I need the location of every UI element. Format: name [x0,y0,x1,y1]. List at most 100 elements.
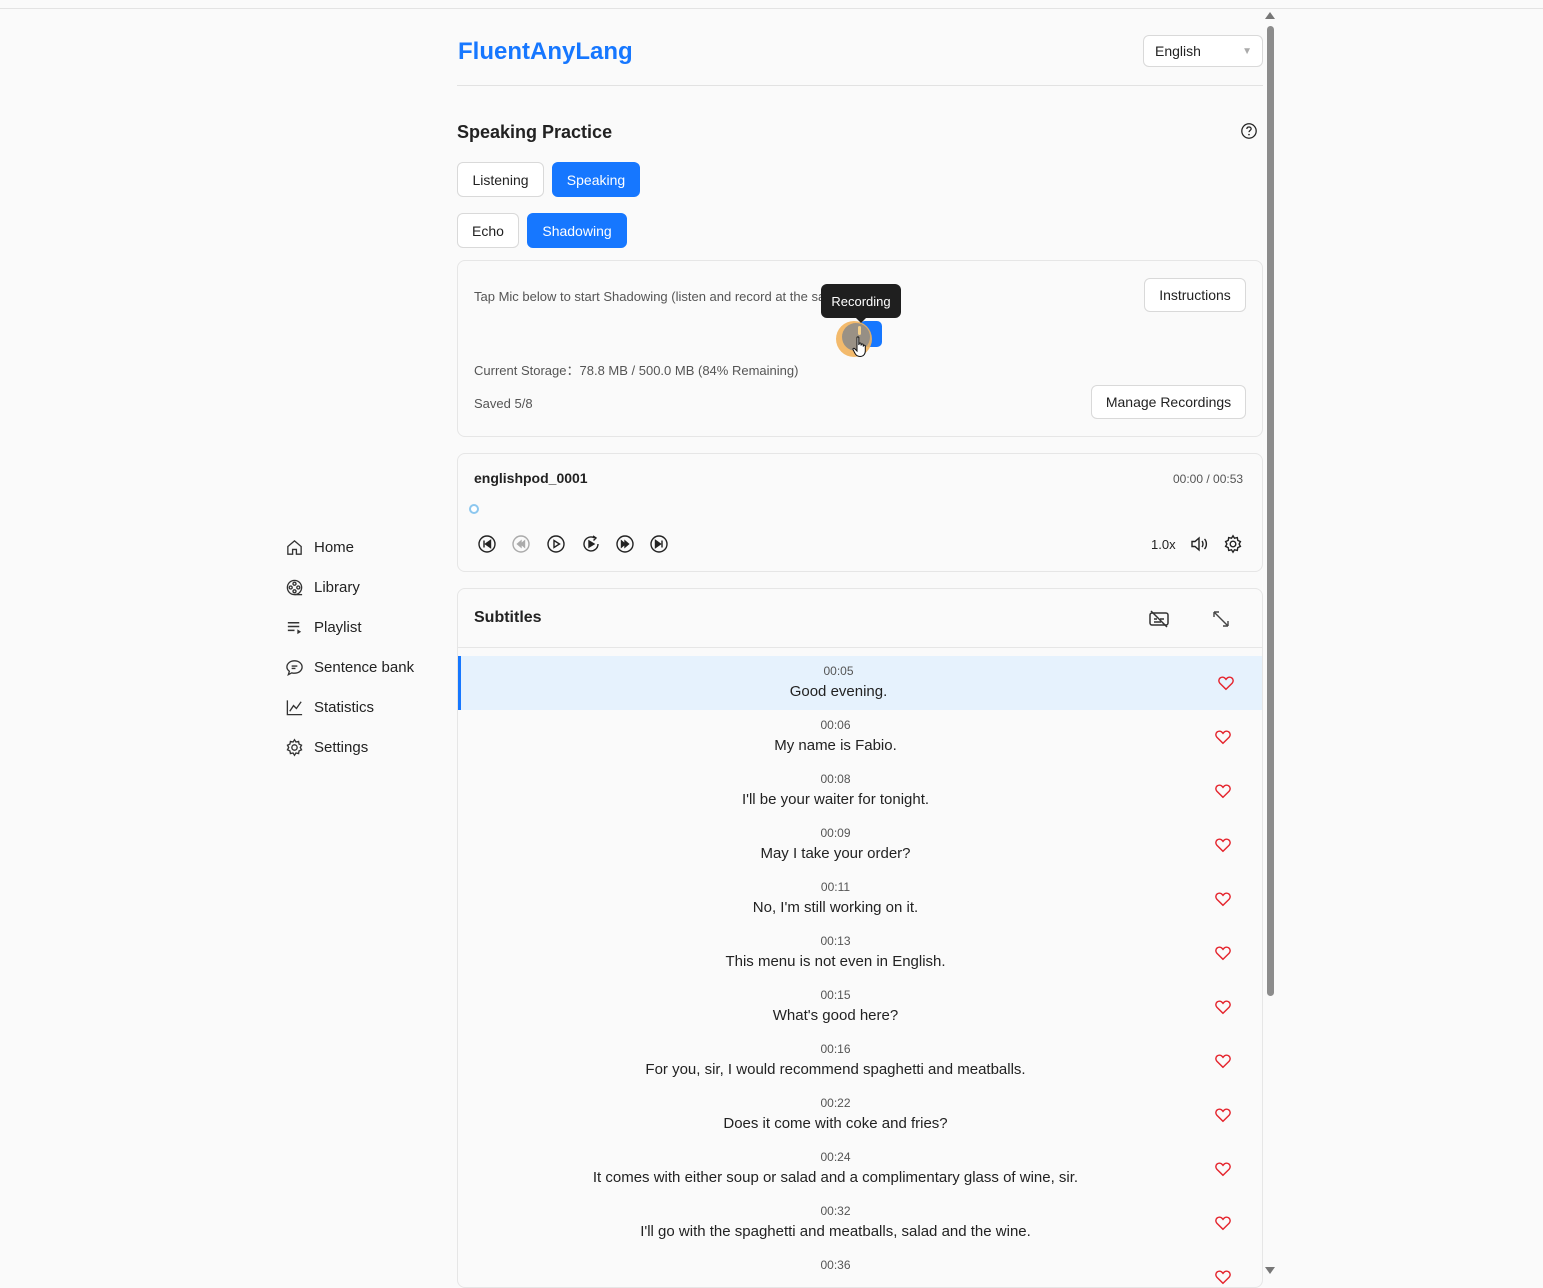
expand-icon[interactable] [1211,609,1231,629]
mic-record-button[interactable] [834,320,886,360]
top-border [0,8,1543,9]
sidebar-item-label: Home [314,538,355,556]
chat-bubble-icon [286,659,303,676]
caret-down-icon: ▼ [1242,46,1252,57]
heart-icon[interactable] [1214,1268,1232,1286]
subtitle-text: For you, sir, I would recommend spaghett… [645,1061,1026,1078]
replay-sentence-icon[interactable] [581,534,601,554]
saved-count: Saved 5/8 [474,396,533,411]
subtitle-time: 00:24 [820,1150,851,1164]
subtitle-time: 00:32 [820,1204,851,1218]
sidebar-item-label: Statistics [314,698,375,716]
subtitle-row[interactable]: 00:08 I'll be your waiter for tonight. [458,764,1262,818]
scroll-down-arrow-icon[interactable] [1265,1267,1275,1274]
subtitle-time: 00:05 [823,664,854,678]
subtitle-row[interactable]: 00:32 I'll go with the spaghetti and mea… [458,1196,1262,1250]
subtitle-row[interactable]: 00:16 For you, sir, I would recommend sp… [458,1034,1262,1088]
sidebar-item-playlist[interactable]: Playlist [285,607,445,647]
language-select[interactable]: English ▼ [1143,35,1263,67]
progress-slider-handle[interactable] [469,504,479,514]
language-select-value: English [1155,43,1201,59]
recording-tooltip: Recording [821,284,901,318]
subtitle-row[interactable]: 00:13 This menu is not even in English. [458,926,1262,980]
scrollbar-thumb[interactable] [1267,26,1274,996]
tab-listening[interactable]: Listening [457,162,544,197]
volume-icon[interactable] [1189,534,1209,554]
playback-time: 00:00 / 00:53 [1173,472,1244,486]
sidebar-item-label: Settings [314,738,369,756]
film-reel-icon [286,579,303,595]
subtitle-row[interactable]: 00:15 What's good here? [458,980,1262,1034]
storage-info: Current Storage：78.8 MB / 500.0 MB (84% … [474,363,799,378]
heart-icon[interactable] [1214,1052,1232,1070]
page-title: Speaking Practice [457,122,613,142]
subtitle-row[interactable]: 00:06 My name is Fabio. [458,710,1262,764]
app-brand[interactable]: FluentAnyLang [458,38,633,66]
subtitle-row[interactable]: 00:22 Does it come with coke and fries? [458,1088,1262,1142]
subtitle-row[interactable]: 00:09 May I take your order? [458,818,1262,872]
skip-to-end-icon[interactable] [649,534,669,554]
line-chart-icon [286,699,303,715]
subtitles-title: Subtitles [474,609,542,626]
subtitle-time: 00:06 [820,718,851,732]
home-icon [287,539,302,555]
subtitle-row[interactable]: 00:05 Good evening. [458,656,1262,710]
sidebar-item-settings[interactable]: Settings [285,727,445,767]
subtitle-row[interactable]: 00:24 It comes with either soup or salad… [458,1142,1262,1196]
heart-icon[interactable] [1214,1106,1232,1124]
tooltip-arrow [855,317,867,323]
audio-player-card: englishpod_0001 00:00 / 00:53 1.0x [457,453,1263,572]
heart-icon[interactable] [1214,782,1232,800]
recording-card: Tap Mic below to start Shadowing (listen… [457,260,1263,437]
instructions-button[interactable]: Instructions [1144,278,1246,312]
subtitle-text: No, I'm still working on it. [752,899,919,916]
subtitle-time: 00:22 [820,1096,851,1110]
heart-icon[interactable] [1214,998,1232,1016]
sidebar-item-label: Sentence bank [314,658,415,676]
manage-recordings-button[interactable]: Manage Recordings [1091,385,1246,419]
subtitle-time: 00:11 [820,880,851,894]
heart-icon[interactable] [1214,1160,1232,1178]
tab-shadowing[interactable]: Shadowing [527,213,627,248]
subtitle-time: 00:09 [820,826,851,840]
subtitle-text: This menu is not even in English. [725,953,946,970]
subtitle-row[interactable]: 00:36 [458,1250,1262,1287]
subtitles-off-icon[interactable] [1148,609,1170,629]
player-settings-icon[interactable] [1223,534,1243,554]
sidebar-item-sentence-bank[interactable]: Sentence bank [285,647,445,687]
hand-cursor-icon [852,336,866,358]
subtitle-time: 00:16 [820,1042,851,1056]
subtitle-row[interactable]: 00:11 No, I'm still working on it. [458,872,1262,926]
fast-forward-icon[interactable] [615,534,635,554]
sidebar-item-home[interactable]: Home [285,527,445,567]
skip-to-start-icon[interactable] [477,534,497,554]
subtitles-card: Subtitles 00:05 Good evening. 00:06 My n… [457,588,1263,1288]
subtitle-time: 00:13 [820,934,851,948]
heart-icon[interactable] [1214,944,1232,962]
help-icon[interactable] [1240,122,1258,140]
heart-icon[interactable] [1214,728,1232,746]
recording-instruction: Tap Mic below to start Shadowing (listen… [474,289,880,304]
heart-icon[interactable] [1214,1214,1232,1232]
gear-icon [286,737,303,757]
play-icon[interactable] [546,534,566,554]
heart-icon[interactable] [1214,890,1232,908]
playlist-icon [287,621,302,634]
subtitle-time: 00:15 [820,988,851,1002]
header-divider [457,85,1263,86]
subtitle-text: Good evening. [789,683,888,700]
tab-echo[interactable]: Echo [457,213,519,248]
sidebar-item-library[interactable]: Library [285,567,445,607]
playback-speed[interactable]: 1.0x [1151,537,1176,552]
subtitle-text: May I take your order? [760,845,911,862]
scroll-up-arrow-icon[interactable] [1265,12,1275,19]
subtitles-divider [458,647,1262,648]
heart-icon[interactable] [1217,674,1235,692]
rewind-icon[interactable] [511,534,531,554]
subtitle-text: What's good here? [772,1007,899,1024]
audio-title: englishpod_0001 [474,470,588,486]
tab-speaking[interactable]: Speaking [552,162,640,197]
sidebar-item-statistics[interactable]: Statistics [285,687,445,727]
subtitle-text: I'll be your waiter for tonight. [741,791,930,808]
heart-icon[interactable] [1214,836,1232,854]
